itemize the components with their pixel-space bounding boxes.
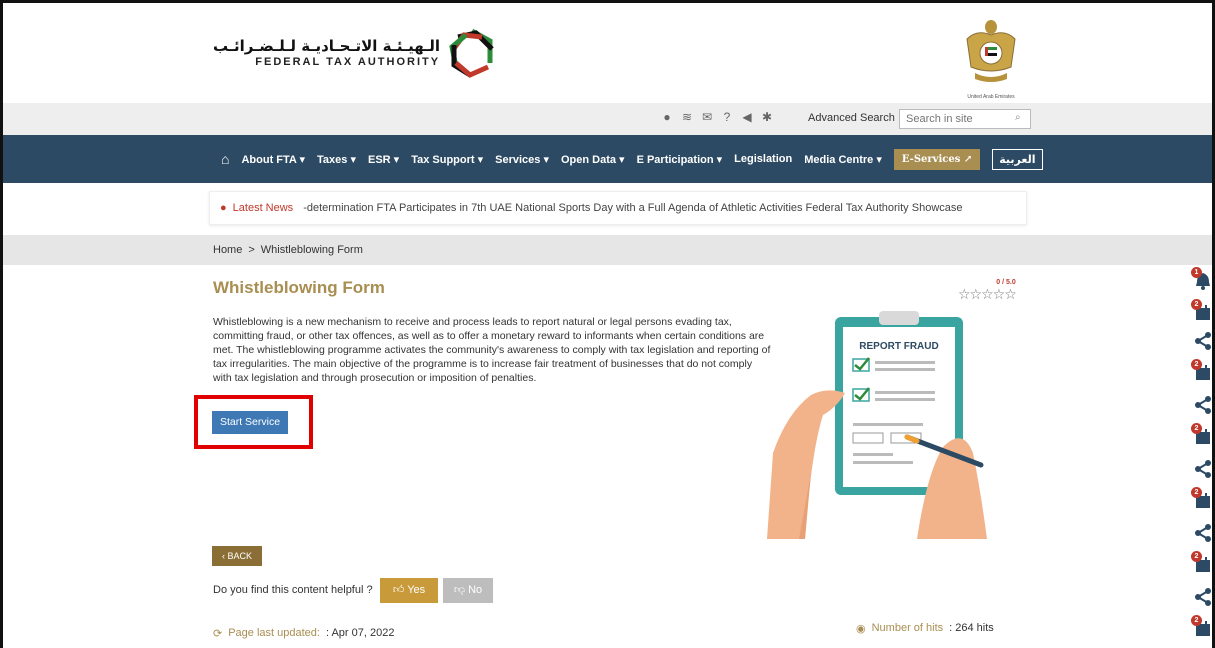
calendar-badge: 2 [1191, 487, 1202, 498]
helpful-question: Do you find this content helpful ? [213, 584, 373, 596]
fta-arabic-name: الـهيـئـة الاتـحـاديـة لـلـضـرائـب [213, 37, 441, 55]
eservices-label: E-Services [901, 153, 961, 165]
hits-label: Number of hits [871, 622, 944, 634]
eye-icon: ◉ [856, 623, 866, 635]
calendar-button[interactable]: 2 [1191, 615, 1212, 639]
news-ticker[interactable]: -determination FTA Participates in 7th U… [303, 202, 962, 214]
breadcrumb: Home > Whistleblowing Form [213, 244, 363, 256]
notification-bell-button[interactable]: 1 [1191, 267, 1212, 291]
hits-value: : 264 hits [949, 622, 994, 634]
nav-services[interactable]: Services ▾ [495, 153, 549, 166]
share-button[interactable] [1193, 523, 1212, 543]
eservices-button[interactable]: E-Services ↗ [893, 148, 981, 170]
back-button[interactable]: ‹ BACK [212, 546, 262, 566]
calendar-button[interactable]: 2 [1191, 359, 1212, 383]
updated-label: Page last updated: [228, 627, 320, 639]
calendar-badge: 2 [1191, 423, 1202, 434]
nav-items: ⌂ About FTA ▾ Taxes ▾ ESR ▾ Tax Support … [221, 135, 1043, 183]
site-search-input[interactable] [899, 109, 1031, 129]
rating-value: 0 / 5.0 [996, 279, 1016, 286]
language-arabic-button[interactable]: العربية [992, 148, 1043, 170]
advanced-search-link[interactable]: Advanced Search [808, 112, 895, 124]
calendar-button[interactable]: 2 [1191, 551, 1212, 575]
nav-open-data[interactable]: Open Data ▾ [561, 153, 625, 166]
notification-badge: 1 [1191, 267, 1202, 278]
home-icon[interactable]: ⌂ [221, 151, 229, 167]
refresh-icon: ⟳ [213, 628, 223, 640]
calendar-button[interactable]: 2 [1191, 487, 1212, 511]
calendar-button[interactable]: 2 [1191, 299, 1212, 323]
share-button[interactable] [1193, 587, 1212, 607]
nav-media-centre[interactable]: Media Centre ▾ [804, 153, 882, 166]
share-icon [1195, 396, 1211, 414]
breadcrumb-bar: Home > Whistleblowing Form [3, 235, 1212, 265]
external-link-icon: ↗ [963, 153, 973, 165]
updated-date: : Apr 07, 2022 [325, 627, 395, 639]
calendar-badge: 2 [1191, 359, 1202, 370]
info-icon[interactable]: ● [661, 111, 673, 123]
nav-legislation[interactable]: Legislation [734, 153, 792, 165]
mail-icon[interactable]: ✉ [701, 111, 713, 123]
help-icon[interactable]: ? [721, 111, 733, 123]
share-button[interactable] [1193, 331, 1212, 351]
share-button[interactable] [1193, 395, 1212, 415]
calendar-button[interactable]: 2 [1191, 423, 1212, 447]
nav-esr[interactable]: ESR ▾ [368, 153, 399, 166]
nav-tax-support[interactable]: Tax Support ▾ [411, 153, 483, 166]
page-description: Whistleblowing is a new mechanism to rec… [213, 316, 771, 384]
calendar-badge: 2 [1191, 299, 1202, 310]
fta-emblem-icon [449, 28, 494, 78]
calendar-badge: 2 [1191, 615, 1202, 626]
no-label: No [468, 584, 483, 596]
search-icon[interactable]: ⌕ [1015, 112, 1021, 123]
thumbs-up-icon: 👍︎ [392, 584, 405, 596]
utility-bar: ● ≋ ✉ ? ◀ ✱ Advanced Search ⌕ [3, 103, 1212, 135]
share-icon [1195, 588, 1211, 606]
rating-stars[interactable]: ☆☆☆☆☆ [958, 286, 1017, 303]
latest-news-bar: ● Latest News -determination FTA Partici… [209, 191, 1027, 225]
emblem-caption: United Arab Emirates [967, 94, 1015, 100]
fta-logo[interactable]: الـهيـئـة الاتـحـاديـة لـلـضـرائـب FEDER… [213, 27, 498, 79]
accessibility-icons: ● ≋ ✉ ? ◀ ✱ [661, 111, 773, 123]
nav-e-participation[interactable]: E Participation ▾ [637, 153, 723, 166]
start-service-button[interactable]: Start Service [212, 411, 288, 434]
share-icon [1195, 332, 1211, 350]
report-fraud-illustration: REPORT FRAUD [767, 311, 987, 539]
nav-taxes[interactable]: Taxes ▾ [317, 153, 356, 166]
alert-icon: ● [220, 202, 227, 214]
hits-counter: ◉ Number of hits : 264 hits [856, 622, 994, 635]
main-nav: ⌂ About FTA ▾ Taxes ▾ ESR ▾ Tax Support … [3, 135, 1212, 183]
yes-label: Yes [407, 584, 426, 596]
calendar-badge: 2 [1191, 551, 1202, 562]
page-title: Whistleblowing Form [213, 278, 385, 297]
share-icon [1195, 460, 1211, 478]
settings-icon[interactable]: ✱ [761, 111, 773, 123]
fta-logo-text: الـهيـئـة الاتـحـاديـة لـلـضـرائـب FEDER… [213, 37, 440, 69]
rating-widget[interactable]: 0 / 5.0 ☆☆☆☆☆ [958, 279, 1017, 303]
thumbs-down-icon: 👎︎ [453, 584, 466, 596]
uae-emblem[interactable]: United Arab Emirates [959, 15, 1023, 100]
share-button[interactable] [1193, 459, 1212, 479]
nav-about-fta[interactable]: About FTA ▾ [241, 153, 305, 166]
sound-icon[interactable]: ◀ [741, 111, 753, 123]
floating-side-bar: 1 2 2 2 2 2 2 [1189, 265, 1212, 648]
helpful-no-button[interactable]: 👎︎ No [443, 578, 493, 603]
report-fraud-label: REPORT FRAUD [859, 341, 938, 352]
page-frame: الـهيـئـة الاتـحـاديـة لـلـضـرائـب FEDER… [0, 0, 1215, 648]
breadcrumb-home[interactable]: Home [213, 244, 242, 256]
falcon-emblem-icon [966, 20, 1016, 82]
header-logo-area: الـهيـئـة الاتـحـاديـة لـلـضـرائـب FEDER… [3, 3, 1212, 103]
breadcrumb-separator: > [248, 244, 255, 256]
breadcrumb-current: Whistleblowing Form [260, 244, 363, 256]
last-updated: ⟳ Page last updated: : Apr 07, 2022 [213, 627, 394, 640]
latest-news-label: Latest News [232, 202, 294, 214]
helpful-yes-button[interactable]: 👍︎ Yes [380, 578, 438, 603]
fta-english-name: FEDERAL TAX AUTHORITY [255, 56, 441, 68]
wifi-icon[interactable]: ≋ [681, 111, 693, 123]
share-icon [1195, 524, 1211, 542]
